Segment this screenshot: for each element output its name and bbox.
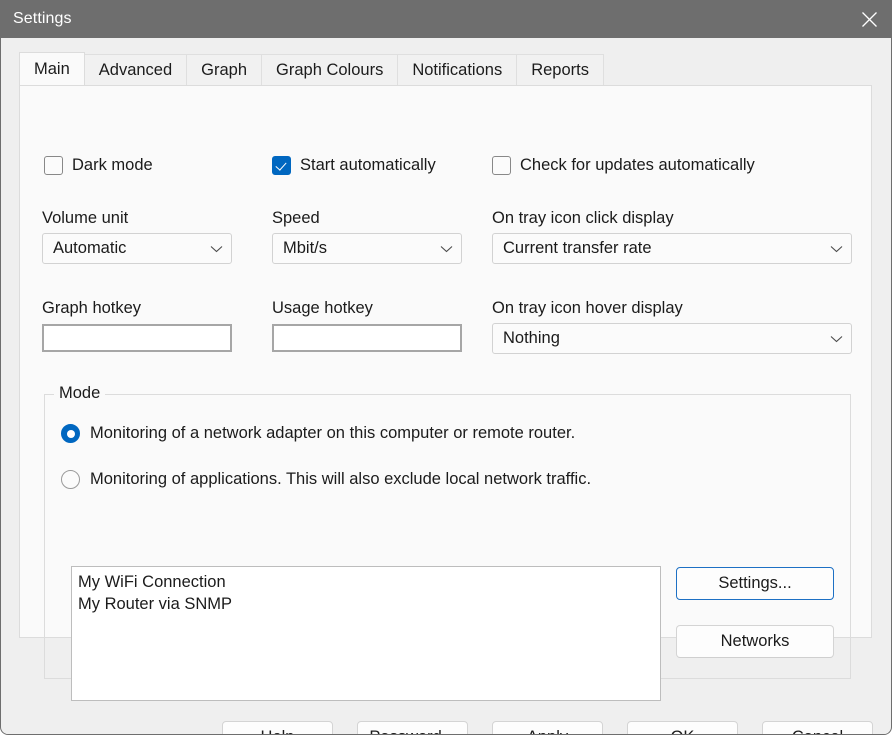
apply-button[interactable]: Apply xyxy=(492,721,603,734)
tray-click-display-value: Current transfer rate xyxy=(503,239,652,257)
monitor-applications-label: Monitoring of applications. This will al… xyxy=(90,470,592,488)
tray-hover-display-label: On tray icon hover display xyxy=(492,299,683,317)
checkbox-start-automatically[interactable]: Start automatically xyxy=(272,156,436,175)
tray-hover-display-select[interactable]: Nothing xyxy=(492,323,852,354)
start-automatically-checkbox-box[interactable] xyxy=(272,156,291,175)
mode-group-legend: Mode xyxy=(54,384,106,403)
tab-advanced[interactable]: Advanced xyxy=(83,54,188,85)
ok-button[interactable]: OK xyxy=(627,721,738,734)
checkbox-check-updates[interactable]: Check for updates automatically xyxy=(492,156,755,175)
radio-monitor-applications[interactable]: Monitoring of applications. This will al… xyxy=(61,470,591,489)
dark-mode-label: Dark mode xyxy=(72,156,153,174)
graph-hotkey-label: Graph hotkey xyxy=(42,299,142,317)
speed-label: Speed xyxy=(272,209,320,227)
dialog-client-area: Main Advanced Graph Graph Colours Notifi… xyxy=(6,38,888,734)
monitor-network-adapter-radio-dot[interactable] xyxy=(61,424,80,443)
tab-reports[interactable]: Reports xyxy=(516,54,604,85)
chevron-down-icon xyxy=(440,245,453,252)
graph-hotkey-input[interactable] xyxy=(42,324,232,352)
chevron-down-icon xyxy=(830,245,843,252)
usage-hotkey-label: Usage hotkey xyxy=(272,299,373,317)
adapter-settings-button[interactable]: Settings... xyxy=(676,567,834,600)
speed-value: Mbit/s xyxy=(283,239,328,257)
title-bar: Settings xyxy=(1,0,891,38)
tab-main[interactable]: Main xyxy=(19,52,85,85)
password-button[interactable]: Password... xyxy=(357,721,468,734)
dark-mode-checkbox-box[interactable] xyxy=(44,156,63,175)
tray-hover-display-value: Nothing xyxy=(503,329,560,347)
usage-hotkey-input[interactable] xyxy=(272,324,462,352)
monitor-network-adapter-label: Monitoring of a network adapter on this … xyxy=(90,424,576,442)
list-item[interactable]: My Router via SNMP xyxy=(76,593,660,615)
settings-dialog-window: Settings Main Advanced Graph Graph Colou… xyxy=(0,0,892,735)
speed-select[interactable]: Mbit/s xyxy=(272,233,462,264)
dialog-footer: Help Password... Apply OK Cancel xyxy=(6,676,888,734)
window-title: Settings xyxy=(13,10,72,27)
list-item[interactable]: My WiFi Connection xyxy=(76,571,660,593)
checkbox-dark-mode[interactable]: Dark mode xyxy=(44,156,153,175)
tab-graph-colours[interactable]: Graph Colours xyxy=(261,54,399,85)
tab-panel-main: Dark mode Start automatically Check for … xyxy=(19,85,872,701)
radio-monitor-network-adapter[interactable]: Monitoring of a network adapter on this … xyxy=(61,424,575,443)
close-icon[interactable] xyxy=(846,0,891,38)
cancel-button[interactable]: Cancel xyxy=(762,721,873,734)
volume-unit-select[interactable]: Automatic xyxy=(42,233,232,264)
start-automatically-label: Start automatically xyxy=(300,156,436,174)
tray-click-display-label: On tray icon click display xyxy=(492,209,674,227)
tab-notifications[interactable]: Notifications xyxy=(397,54,518,85)
volume-unit-value: Automatic xyxy=(53,239,127,257)
help-button[interactable]: Help xyxy=(222,721,333,734)
chevron-down-icon xyxy=(210,245,223,252)
tray-click-display-select[interactable]: Current transfer rate xyxy=(492,233,852,264)
volume-unit-label: Volume unit xyxy=(42,209,129,227)
check-updates-label: Check for updates automatically xyxy=(520,156,755,174)
tab-strip: Main Advanced Graph Graph Colours Notifi… xyxy=(19,52,604,85)
tab-graph[interactable]: Graph xyxy=(186,54,263,85)
monitor-applications-radio-dot[interactable] xyxy=(61,470,80,489)
check-updates-checkbox-box[interactable] xyxy=(492,156,511,175)
networks-button[interactable]: Networks xyxy=(676,625,834,658)
chevron-down-icon xyxy=(830,335,843,342)
